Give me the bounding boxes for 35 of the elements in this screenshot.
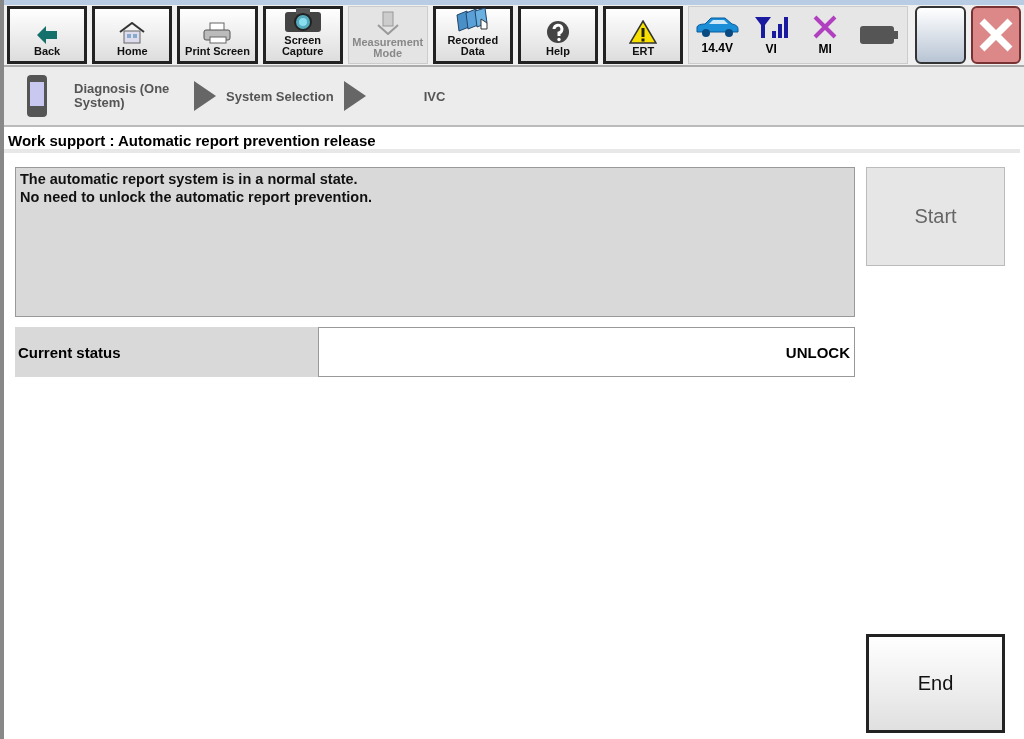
page-title: Work support : Automatic report prevention release <box>4 127 1020 153</box>
battery-icon <box>860 24 899 46</box>
breadcrumb-item[interactable]: Diagnosis (One System) <box>74 82 184 110</box>
arrow-icon <box>37 26 58 45</box>
status-text: MI <box>818 41 832 56</box>
toolbar-button[interactable]: Print Screen <box>177 6 258 64</box>
warning-icon <box>629 20 658 45</box>
toolbar-button[interactable]: Home <box>92 6 173 64</box>
message-panel: The automatic report system is in a normal state. No need to unlock the automatic report prevention. <box>15 167 855 317</box>
folders-icon <box>454 6 491 33</box>
toolbar-button[interactable]: ERT <box>603 6 684 64</box>
car-icon <box>695 15 740 38</box>
toolbar-button[interactable]: Back <box>7 6 88 64</box>
triangle-icon <box>194 81 216 111</box>
device-icon <box>26 74 48 118</box>
minimize-button[interactable] <box>915 6 966 64</box>
signal-icon <box>754 14 789 39</box>
end-button[interactable]: End <box>866 634 1005 733</box>
toolbar-button[interactable]: Recorded Data <box>432 6 513 64</box>
help-icon <box>545 20 570 45</box>
camera-icon <box>283 6 322 33</box>
breadcrumb-item[interactable]: IVC <box>423 88 446 104</box>
status-text: 14.4V <box>701 40 733 55</box>
toolbar-button[interactable]: Help <box>517 6 599 64</box>
meter-icon <box>376 10 399 35</box>
house-icon <box>119 22 146 45</box>
triangle-icon <box>343 81 366 111</box>
toolbar-button[interactable]: Screen Capture <box>262 6 343 64</box>
close-button[interactable] <box>970 6 1021 64</box>
status-label: Current status <box>15 327 318 377</box>
status-text: VI <box>765 41 777 56</box>
cross-icon <box>813 14 838 39</box>
breadcrumb-item[interactable]: System Selection <box>226 88 334 104</box>
printer-icon <box>202 22 233 45</box>
status-value: UNLOCK <box>318 327 855 377</box>
